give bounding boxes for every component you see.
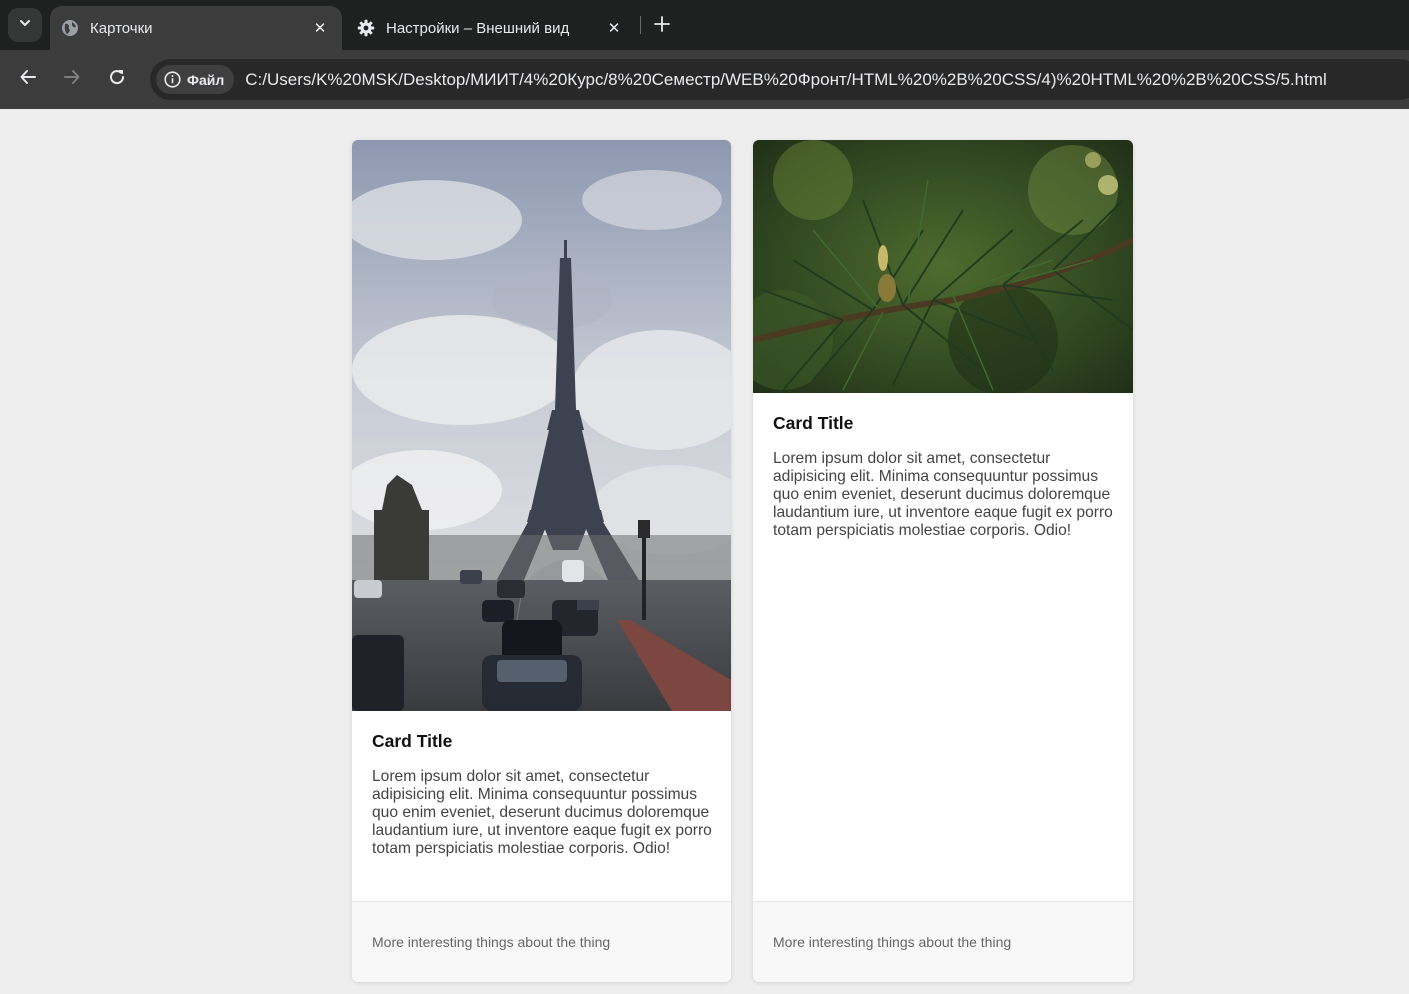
arrow-right-icon xyxy=(63,68,81,91)
close-tab-icon[interactable]: ✕ xyxy=(310,18,330,38)
address-bar[interactable]: Файл C:/Users/K%20MSK/Desktop/МИИТ/4%20К… xyxy=(150,59,1409,100)
card-footer: More interesting things about the thing xyxy=(753,901,1133,982)
browser-toolbar: Файл C:/Users/K%20MSK/Desktop/МИИТ/4%20К… xyxy=(0,50,1409,109)
new-tab-button[interactable] xyxy=(650,13,674,37)
page-content: Card Title Lorem ipsum dolor sit amet, c… xyxy=(0,109,1409,994)
card-title: Card Title xyxy=(773,413,854,433)
tab-title: Карточки xyxy=(90,19,153,37)
card-text: Lorem ipsum dolor sit amet, consectetur … xyxy=(773,450,1113,539)
chevron-down-icon xyxy=(18,16,32,35)
reload-icon xyxy=(108,68,126,91)
site-info-chip[interactable]: Файл xyxy=(156,65,235,94)
card: Card Title Lorem ipsum dolor sit amet, c… xyxy=(352,140,731,982)
site-info-label: Файл xyxy=(187,71,225,88)
forward-button[interactable] xyxy=(57,64,87,94)
plus-icon xyxy=(654,12,670,38)
close-tab-icon[interactable]: ✕ xyxy=(604,18,624,38)
info-icon xyxy=(164,71,181,88)
card-footer-text: More interesting things about the thing xyxy=(372,934,611,950)
tab-settings[interactable]: Настройки – Внешний вид ✕ xyxy=(346,6,636,50)
card-body: Card Title Lorem ipsum dolor sit amet, c… xyxy=(773,413,1117,540)
card-body: Card Title Lorem ipsum dolor sit amet, c… xyxy=(372,731,715,858)
card-footer: More interesting things about the thing xyxy=(352,901,731,982)
globe-icon xyxy=(61,19,79,37)
arrow-left-icon xyxy=(19,68,37,91)
eiffel-tower-photo xyxy=(352,140,731,711)
card-text: Lorem ipsum dolor sit amet, consectetur … xyxy=(372,768,712,857)
card-title: Card Title xyxy=(372,731,453,751)
tab-search-button[interactable] xyxy=(8,8,42,42)
card: Card Title Lorem ipsum dolor sit amet, c… xyxy=(753,140,1133,982)
back-button[interactable] xyxy=(13,64,43,94)
tab-title: Настройки – Внешний вид xyxy=(386,19,570,37)
tab-divider xyxy=(640,16,641,34)
card-footer-text: More interesting things about the thing xyxy=(773,934,1012,950)
reload-button[interactable] xyxy=(102,64,132,94)
tab-strip: Карточки ✕ Настройки – Внешний вид ✕ xyxy=(0,0,1409,50)
url-text[interactable]: C:/Users/K%20MSK/Desktop/МИИТ/4%20Курс/8… xyxy=(245,70,1326,90)
gear-icon xyxy=(357,19,375,37)
pine-branch-photo xyxy=(753,140,1133,393)
tab-cards[interactable]: Карточки ✕ xyxy=(50,6,342,50)
